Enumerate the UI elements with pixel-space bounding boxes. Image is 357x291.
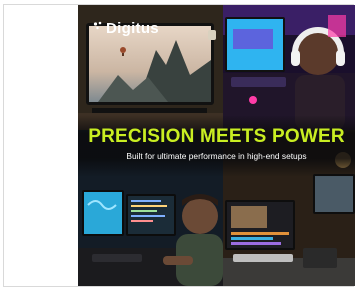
photo-gaming-setup <box>223 5 355 130</box>
promo-banner[interactable]: Digitus PRECISION MEETS POWER Built for … <box>78 5 355 286</box>
brand-name: Digitus <box>106 19 159 37</box>
gaming-setup-illustration <box>223 5 355 130</box>
hero-subline: Built for ultimate performance in high-e… <box>126 151 307 161</box>
content-frame: Digitus PRECISION MEETS POWER Built for … <box>3 4 355 287</box>
brand-logo[interactable]: Digitus <box>93 19 159 37</box>
digitus-logo-icon <box>93 21 105 35</box>
hero-headline: PRECISION MEETS POWER <box>88 126 345 147</box>
